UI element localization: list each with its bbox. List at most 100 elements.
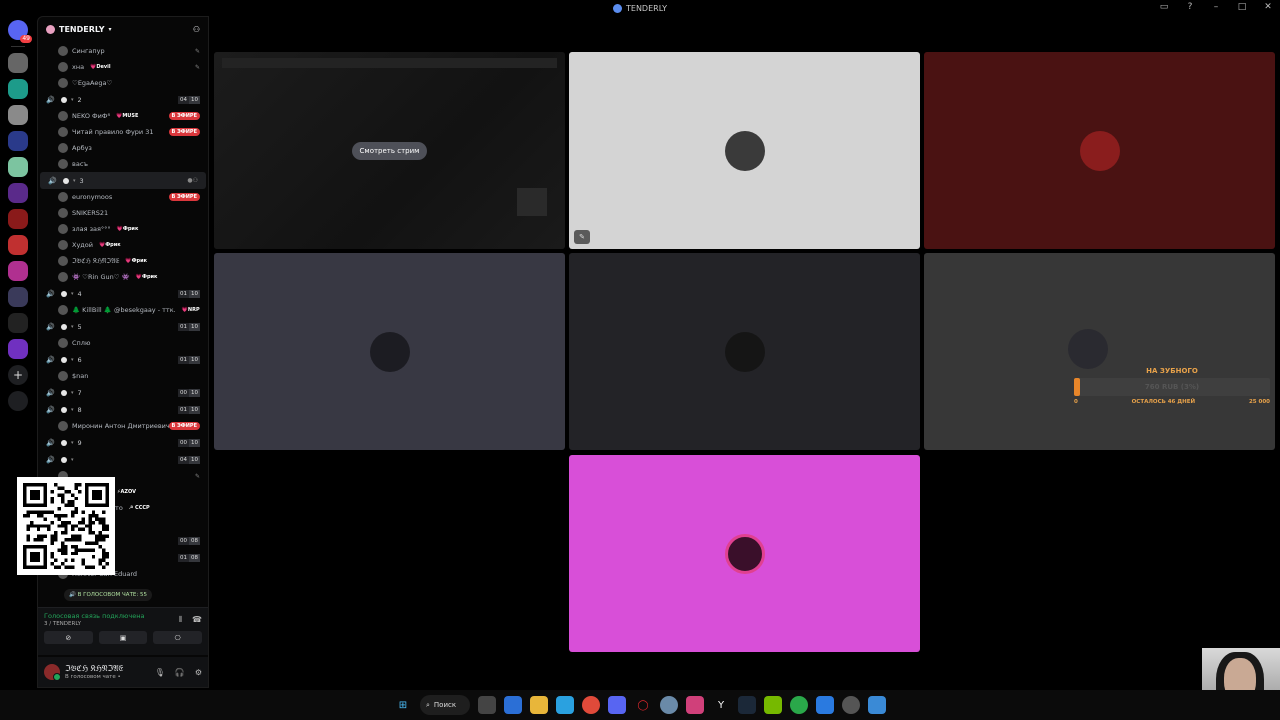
caret-icon: ▾ (71, 96, 74, 103)
voice-channel[interactable]: 🔊 ▾ 7 00 10 (38, 384, 208, 401)
inbox-icon[interactable]: ▭ (1158, 2, 1170, 12)
voice-channel[interactable]: 🔊 ▾ 4 01 10 (38, 285, 208, 302)
participant-avatar (724, 533, 765, 574)
noise-suppression-icon[interactable]: ⦀ (179, 615, 183, 625)
participant-tile[interactable] (924, 253, 1275, 450)
voice-member[interactable]: Сплю (38, 335, 208, 351)
voice-member[interactable]: васъ (38, 156, 208, 172)
voice-channel[interactable]: 🔊 ▾ 04 10 (38, 451, 208, 468)
voice-member[interactable]: Сингапур ✎ (38, 43, 208, 59)
participant-tile[interactable] (214, 253, 565, 450)
voice-member[interactable]: Миронин Антон Дмитриевич В ЭФИРЕ (38, 418, 208, 434)
microphone-icon[interactable]: 🎙 (155, 668, 165, 677)
server-icon[interactable] (8, 131, 28, 151)
activities-button[interactable]: ⎔ (153, 631, 203, 644)
discord-icon[interactable] (608, 696, 626, 714)
close-button[interactable]: ✕ (1262, 2, 1274, 12)
pin-icon[interactable]: ✎ (574, 230, 590, 244)
voice-member[interactable]: 🌲 KillBill 🌲 @besekgaay - ттк. 💗NRP (38, 302, 208, 318)
member-name: Миронин Антон Дмитриевич (72, 422, 170, 430)
server-icon[interactable] (8, 183, 28, 203)
user-count: 01 (178, 405, 189, 414)
app-icon[interactable] (660, 696, 678, 714)
guild-header[interactable]: TENDERLY ▾ ⚇ (38, 17, 208, 41)
app-icon[interactable] (686, 696, 704, 714)
voice-channel[interactable]: 🔊 ▾ 3 ●⚇ (40, 172, 206, 189)
app-icon[interactable] (816, 696, 834, 714)
voice-channel[interactable]: 🔊 ▾ 2 04 10 (38, 91, 208, 108)
obs-icon[interactable] (842, 696, 860, 714)
voice-channel[interactable]: 🔊 ▾ 6 01 10 (38, 351, 208, 368)
add-server-icon[interactable]: + (8, 365, 28, 385)
utorrent-icon[interactable] (790, 696, 808, 714)
user-panel: ℑ𝔅ℭℌ 𝔎ℌ𝔑ℑ𝔄𝔈 В голосовом чате • 🎙 🎧 ⚙ (38, 657, 208, 687)
avatar (58, 192, 68, 202)
chrome-icon[interactable] (582, 696, 600, 714)
server-icon[interactable] (8, 79, 28, 99)
voice-member[interactable]: $nan (38, 368, 208, 384)
stream-tile[interactable]: Смотреть стрим (214, 52, 565, 249)
taskbar-search[interactable]: ⌕ Поиск (420, 695, 470, 715)
voice-member[interactable]: хна 💗Devil ✎ (38, 59, 208, 75)
voice-member[interactable]: ♡EgaAega♡ (38, 75, 208, 91)
voice-channel[interactable]: 🔊 ▾ 8 01 10 (38, 401, 208, 418)
voice-member[interactable]: Арбуз (38, 140, 208, 156)
discover-icon[interactable] (8, 391, 28, 411)
voice-member[interactable]: NEKO ФиФ⁸ 💗MUSE В ЭФИРЕ (38, 108, 208, 124)
member-name: ℑ𝔅ℭℌ 𝔎ℌ𝔑ℑ𝔄𝔈 (72, 256, 120, 265)
yandex-icon[interactable]: Y (712, 696, 730, 714)
voice-channel[interactable]: 🔊 ▾ 5 01 10 (38, 318, 208, 335)
screen-share-button[interactable]: ▣ (98, 631, 148, 644)
voice-member[interactable]: ℑ𝔅ℭℌ 𝔎ℌ𝔑ℑ𝔄𝔈 💗Фрик (38, 253, 208, 269)
voice-channel[interactable]: 3 / TENDERLY (44, 621, 144, 627)
windows-start-icon[interactable]: ⊞ (394, 696, 412, 714)
user-limit: 10 (189, 355, 200, 364)
chat-icon[interactable]: ●⚇ (187, 177, 198, 184)
add-member-icon[interactable]: ⚇ (193, 25, 200, 34)
avatar (58, 371, 68, 381)
notepad-icon[interactable] (868, 696, 886, 714)
voice-member[interactable]: 👾 ♡Rin Gun♡ 👾 💗Фрик (38, 269, 208, 285)
telegram-icon[interactable] (556, 696, 574, 714)
folder-icon[interactable] (8, 313, 28, 333)
headphones-icon[interactable]: 🎧 (175, 668, 185, 677)
server-icon[interactable] (8, 287, 28, 307)
participant-tile[interactable] (924, 52, 1275, 249)
store-icon[interactable] (504, 696, 522, 714)
voice-channel[interactable]: 🔊 ▾ 9 00 10 (38, 434, 208, 451)
server-icon[interactable] (8, 261, 28, 281)
server-icon[interactable] (8, 235, 28, 255)
server-icon[interactable] (8, 209, 28, 229)
avatar[interactable] (44, 664, 61, 681)
maximize-button[interactable]: □ (1236, 2, 1248, 12)
nvidia-icon[interactable] (764, 696, 782, 714)
help-icon[interactable]: ? (1184, 2, 1196, 12)
server-icon[interactable] (8, 339, 28, 359)
opera-icon[interactable]: ◯ (634, 696, 652, 714)
guild-name: TENDERLY (59, 24, 105, 34)
steam-icon[interactable] (738, 696, 756, 714)
server-icon[interactable] (8, 105, 28, 125)
user-limit-counter: 04 10 (178, 95, 200, 104)
disconnect-icon[interactable]: ☎ (192, 615, 202, 625)
minimize-button[interactable]: – (1210, 2, 1222, 12)
voice-member[interactable]: Худой 💗Фрик (38, 237, 208, 253)
home-button[interactable]: 49 (8, 20, 32, 43)
participant-tile[interactable] (569, 253, 920, 450)
voice-member[interactable]: euronymoos В ЭФИРЕ (38, 189, 208, 205)
watch-stream-button[interactable]: Смотреть стрим (351, 141, 428, 160)
gear-icon[interactable]: ⚙ (195, 668, 202, 677)
window-controls: ▭ ? – □ ✕ (1158, 2, 1274, 12)
server-icon[interactable] (8, 157, 28, 177)
participant-tile[interactable] (569, 455, 920, 652)
voice-status[interactable]: Голосовая связь подключена (44, 612, 144, 620)
task-view-icon[interactable] (478, 696, 496, 714)
username[interactable]: ℑ𝔅ℭℌ 𝔎ℌ𝔑ℑ𝔄𝔈 (65, 664, 150, 674)
voice-member[interactable]: Читай правило Фури 31 В ЭФИРЕ (38, 124, 208, 140)
server-icon[interactable] (8, 53, 28, 73)
voice-member[interactable]: SNIKERS21 (38, 205, 208, 221)
folder-icon[interactable] (530, 696, 548, 714)
camera-off-button[interactable]: ⊘ (44, 631, 93, 644)
voice-member[interactable]: злая зая°°° 💗Фрик (38, 221, 208, 237)
participant-tile[interactable]: ✎ (569, 52, 920, 249)
